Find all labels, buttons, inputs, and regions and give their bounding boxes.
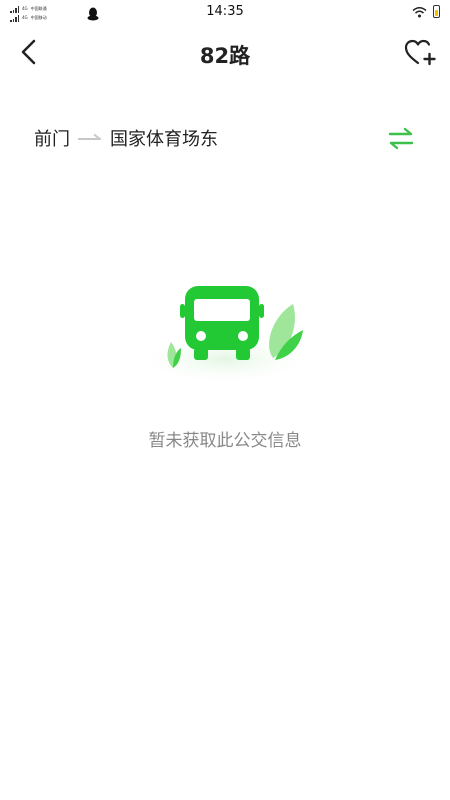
bus-illustration [140, 286, 310, 388]
route-arrow-icon [78, 133, 101, 140]
battery-icon [433, 5, 440, 18]
header: 82路 [0, 26, 450, 82]
swap-arrows-icon[interactable] [388, 127, 414, 151]
wifi-icon [412, 6, 427, 17]
status-bar: 4G 中国联通 4G 中国移动 14:35 [0, 0, 450, 26]
route-row: 前门 国家体育场东 [34, 125, 218, 151]
status-time: 14:35 [206, 4, 244, 19]
leaf-right-icon [269, 304, 303, 360]
status-right [412, 5, 440, 18]
page-title: 82路 [199, 44, 251, 68]
route-to: 国家体育场东 [110, 129, 218, 150]
empty-state-message: 暂未获取此公交信息 [148, 431, 302, 451]
heart-plus-icon[interactable] [404, 38, 436, 68]
route-from: 前门 [34, 129, 70, 150]
